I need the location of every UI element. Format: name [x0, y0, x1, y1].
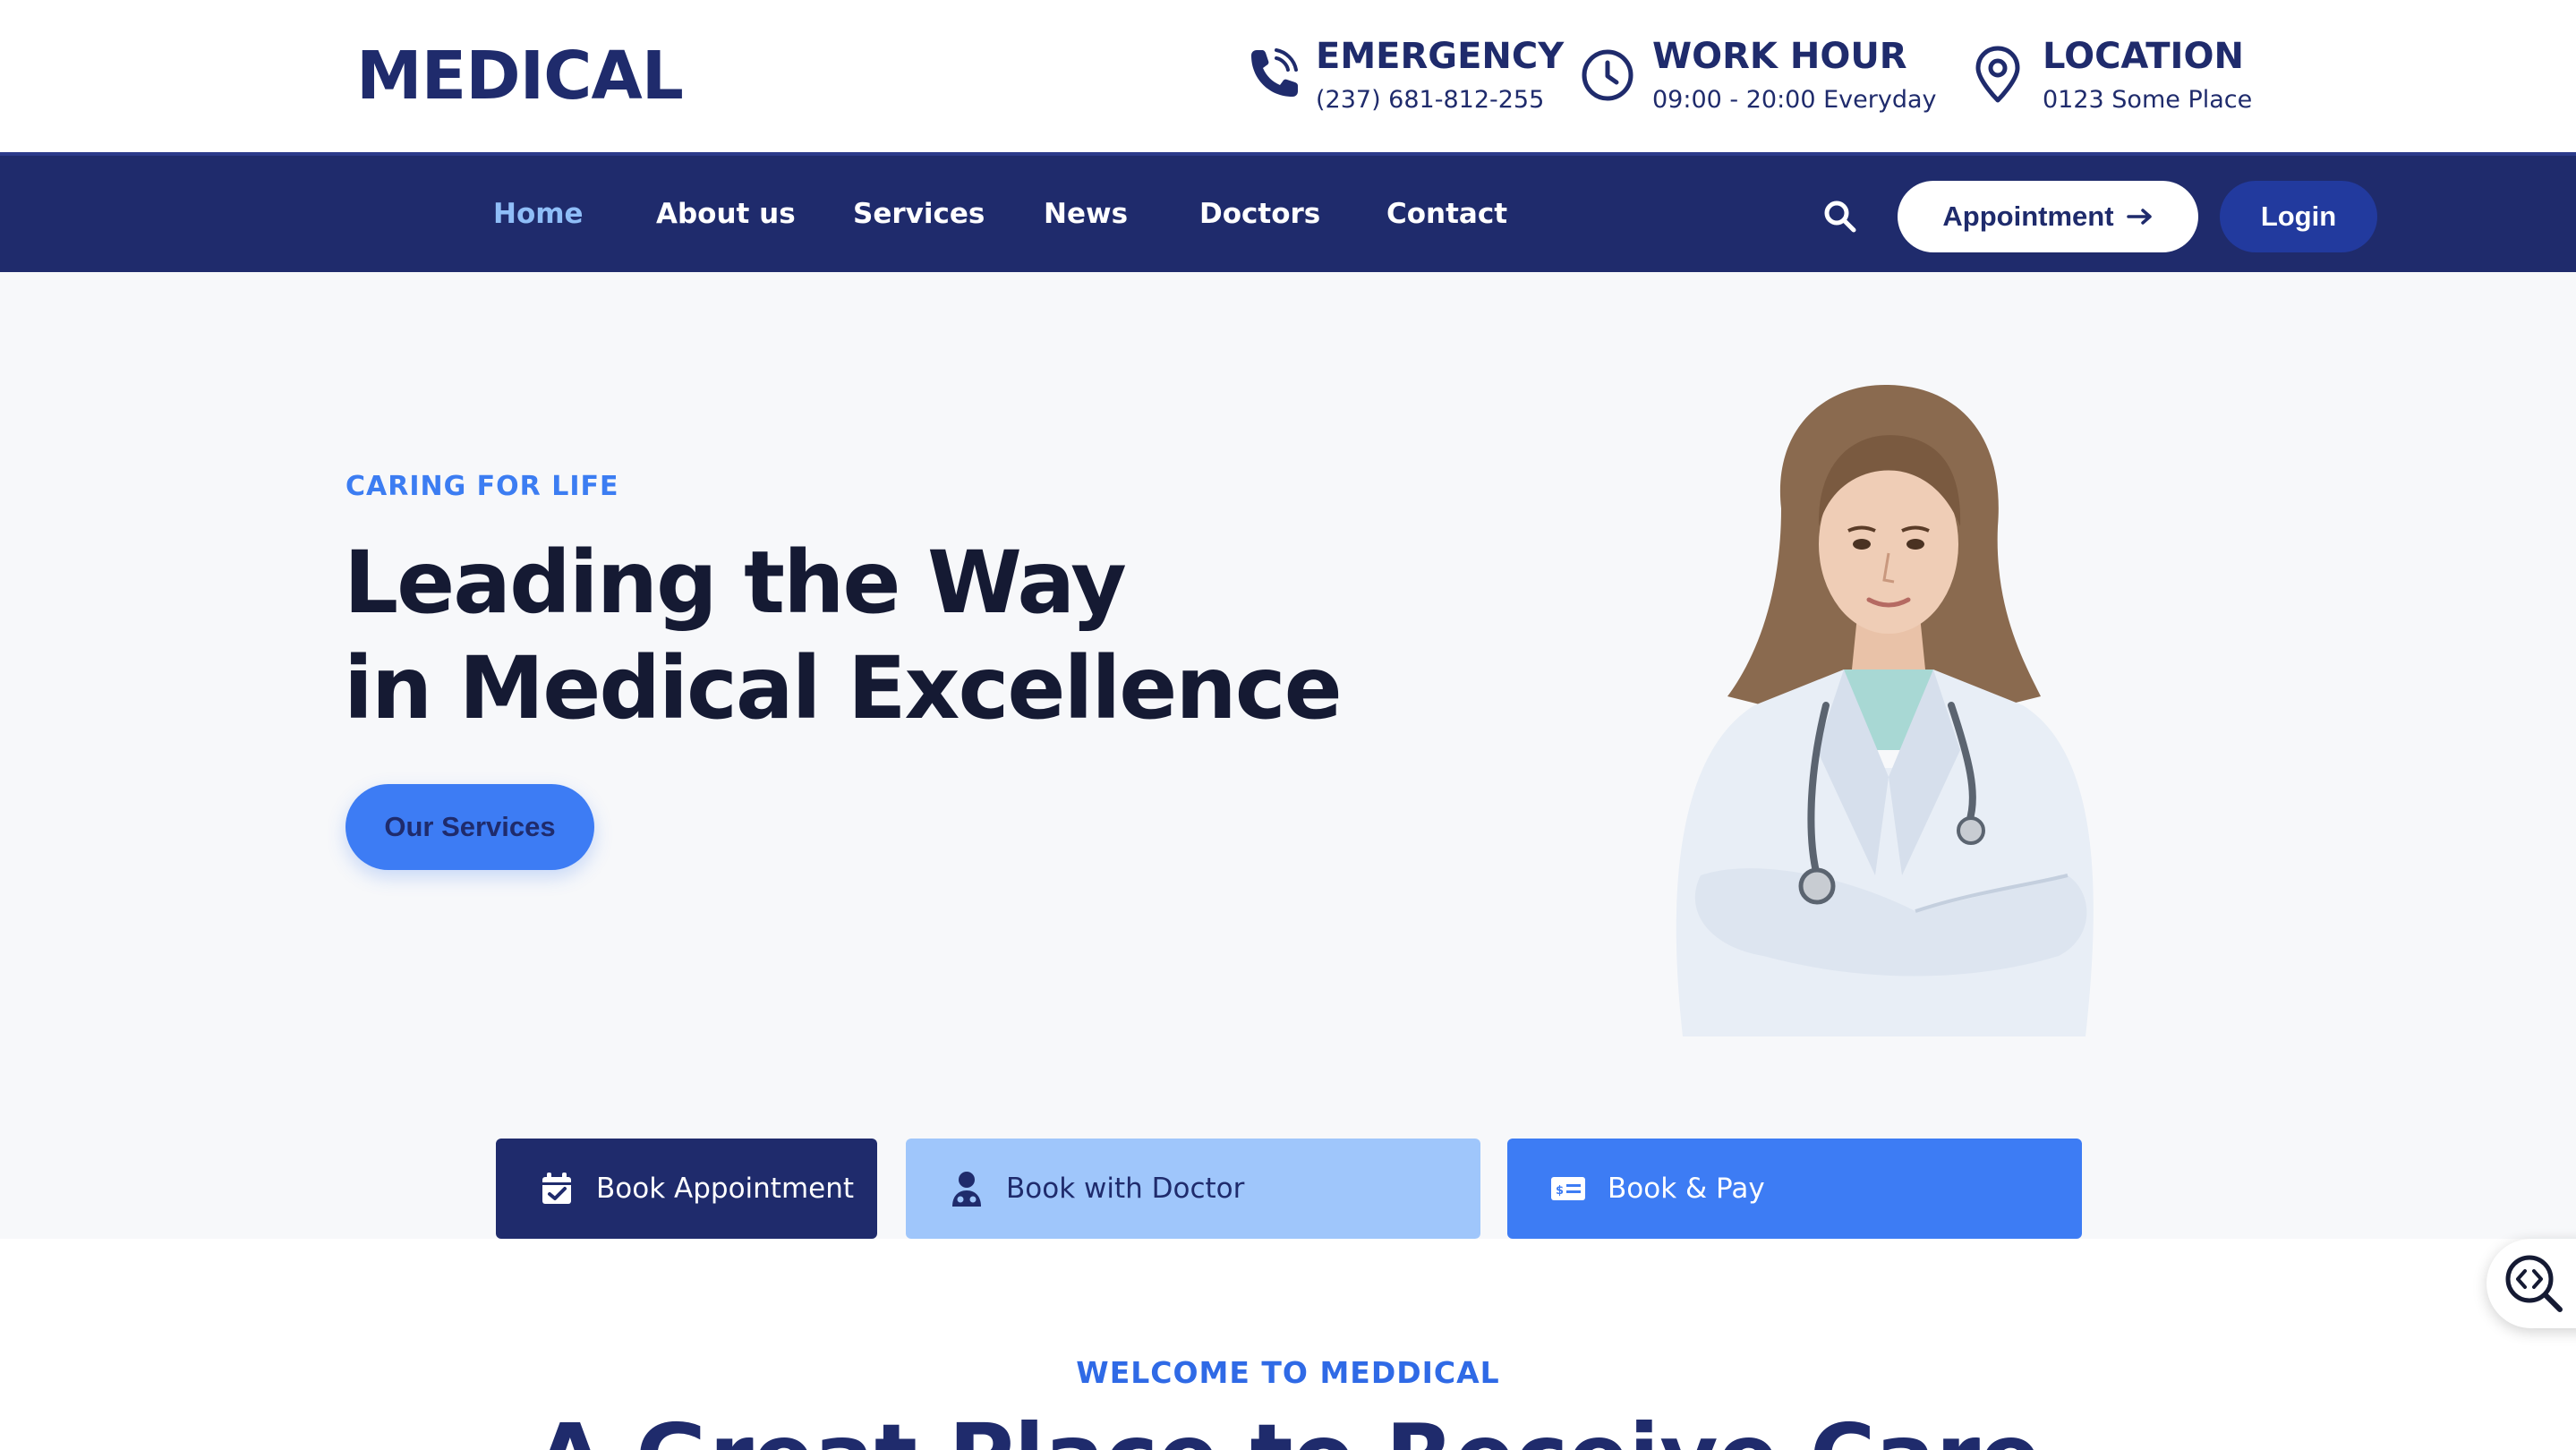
book-with-doctor-card[interactable]: Book with Doctor — [906, 1139, 1480, 1239]
welcome-section: WELCOME TO MEDDICAL A Great Place to Rec… — [0, 1239, 2576, 1450]
work-hour-value: 09:00 - 20:00 Everyday — [1652, 86, 1937, 114]
book-and-pay-label: Book & Pay — [1608, 1173, 1765, 1205]
work-hour-title: WORK HOUR — [1652, 36, 1907, 77]
nav-item-about-us[interactable]: About us — [656, 156, 796, 272]
floating-widget[interactable] — [2486, 1239, 2576, 1328]
book-and-pay-card[interactable]: $ Book & Pay — [1507, 1139, 2082, 1239]
svg-text:$: $ — [1556, 1184, 1564, 1198]
hero-headline-line-2: in Medical Excellence — [344, 638, 1343, 738]
hero-headline: Leading the Way in Medical Excellence — [344, 530, 1418, 741]
nav-item-news[interactable]: News — [1044, 156, 1128, 272]
emergency-phone[interactable]: (237) 681-812-255 — [1316, 82, 1564, 118]
doctor-icon — [952, 1172, 981, 1207]
book-appointment-card[interactable]: Book Appointment — [496, 1139, 877, 1239]
book-with-doctor-label: Book with Doctor — [1006, 1173, 1245, 1205]
welcome-eyebrow: WELCOME TO MEDDICAL — [1076, 1355, 1500, 1390]
site-logo[interactable]: MEDICAL — [356, 36, 684, 116]
clock-icon — [1582, 49, 1633, 101]
hero-eyebrow: CARING FOR LIFE — [345, 471, 619, 502]
code-search-icon — [2505, 1255, 2563, 1312]
top-header: MEDICAL EMERGENCY (237) 681-812-255 WORK… — [0, 0, 2576, 152]
search-icon[interactable] — [1822, 199, 1858, 235]
phone-icon — [1251, 48, 1298, 97]
arrow-right-icon — [2126, 209, 2152, 225]
payment-card-icon: $ — [1551, 1177, 1585, 1200]
emergency-info: EMERGENCY (237) 681-812-255 — [1239, 34, 1564, 118]
our-services-button[interactable]: Our Services — [345, 784, 594, 870]
calendar-check-icon — [542, 1173, 571, 1204]
nav-item-doctors[interactable]: Doctors — [1199, 156, 1320, 272]
login-button[interactable]: Login — [2220, 181, 2377, 252]
nav-item-contact[interactable]: Contact — [1386, 156, 1507, 272]
location-title: LOCATION — [2043, 36, 2244, 77]
book-appointment-label: Book Appointment — [596, 1173, 855, 1205]
doctor-image — [1676, 384, 2094, 1036]
hero-headline-line-1: Leading the Way — [344, 533, 1127, 633]
welcome-title: A Great Place to Receive Care — [0, 1403, 2576, 1450]
location-info: LOCATION 0123 Some Place — [1966, 34, 2252, 118]
appointment-button-label: Appointment — [1942, 200, 2114, 232]
map-pin-icon — [1975, 46, 2020, 103]
work-hour-info: WORK HOUR 09:00 - 20:00 Everyday — [1575, 34, 1937, 118]
hero-section: CARING FOR LIFE Leading the Way in Medic… — [0, 272, 2576, 1239]
nav-item-home[interactable]: Home — [493, 156, 584, 272]
appointment-button[interactable]: Appointment — [1898, 181, 2198, 252]
nav-item-services[interactable]: Services — [853, 156, 985, 272]
emergency-title: EMERGENCY — [1316, 36, 1565, 77]
location-value[interactable]: 0123 Some Place — [2043, 82, 2252, 118]
main-nav: Home About us Services News Doctors Cont… — [0, 152, 2576, 272]
